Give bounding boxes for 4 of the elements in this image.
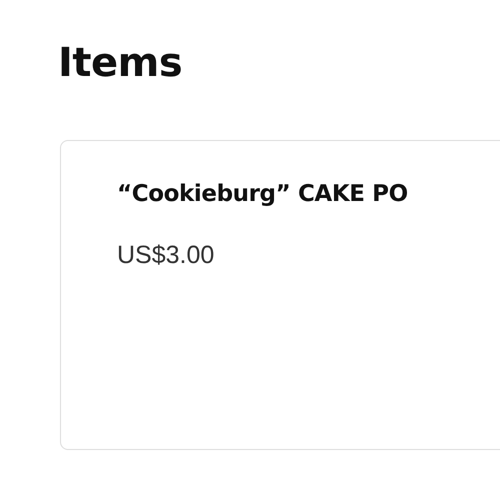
page-heading: Items — [58, 40, 182, 86]
item-price: US$3.00 — [117, 241, 214, 270]
item-title: “Cookieburg” CAKE PO — [117, 181, 408, 207]
item-card[interactable]: “Cookieburg” CAKE PO US$3.00 — [60, 140, 500, 450]
